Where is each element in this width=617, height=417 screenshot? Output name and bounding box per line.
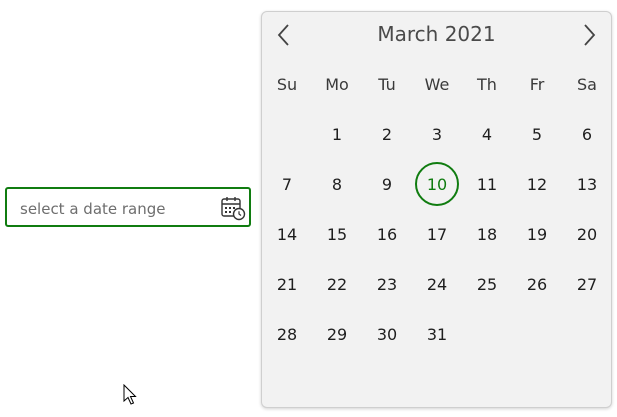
- calendar-popup: March 2021 Su Mo Tu We Th Fr Sa 12345678…: [261, 11, 612, 408]
- day-cell[interactable]: 7: [262, 159, 312, 209]
- day-cell[interactable]: 13: [562, 159, 612, 209]
- day-cell[interactable]: 20: [562, 209, 612, 259]
- day-cell[interactable]: 12: [512, 159, 562, 209]
- day-cell[interactable]: 28: [262, 309, 312, 359]
- day-cell[interactable]: 4: [462, 109, 512, 159]
- day-cell-empty: [462, 309, 512, 359]
- chevron-right-icon[interactable]: [574, 21, 602, 49]
- day-cell[interactable]: 17: [412, 209, 462, 259]
- day-cell[interactable]: 29: [312, 309, 362, 359]
- weekday-label: Mo: [325, 75, 349, 94]
- weekday-header: Su Mo Tu We Th Fr Sa: [262, 74, 612, 96]
- day-cell-empty: [262, 109, 312, 159]
- mouse-cursor-icon: [123, 384, 137, 405]
- calendar-clock-icon[interactable]: [220, 195, 246, 221]
- day-cell[interactable]: 1: [312, 109, 362, 159]
- weekday-label: Su: [276, 75, 298, 94]
- month-title[interactable]: March 2021: [262, 22, 611, 46]
- day-cell[interactable]: 16: [362, 209, 412, 259]
- date-range-input[interactable]: select a date range: [5, 187, 251, 227]
- day-cell[interactable]: 19: [512, 209, 562, 259]
- day-cell[interactable]: 2: [362, 109, 412, 159]
- day-cell[interactable]: 30: [362, 309, 412, 359]
- day-cell[interactable]: 11: [462, 159, 512, 209]
- weekday-label: We: [424, 75, 450, 94]
- day-cell-today[interactable]: 10: [412, 159, 462, 209]
- day-cell[interactable]: 21: [262, 259, 312, 309]
- day-cell[interactable]: 18: [462, 209, 512, 259]
- day-cell[interactable]: 15: [312, 209, 362, 259]
- weekday-label: Sa: [577, 75, 597, 94]
- day-cell[interactable]: 22: [312, 259, 362, 309]
- day-cell[interactable]: 14: [262, 209, 312, 259]
- day-cell[interactable]: 6: [562, 109, 612, 159]
- day-cell[interactable]: 3: [412, 109, 462, 159]
- day-grid: 1 2 3 4 5 6 7 8 9 10 11 12 13 14 15 16 17 18 19 20 21 22 23 24 2…: [262, 109, 612, 359]
- day-cell[interactable]: 24: [412, 259, 462, 309]
- day-cell[interactable]: 27: [562, 259, 612, 309]
- weekday-label: Fr: [529, 75, 545, 94]
- day-cell-empty: [562, 309, 612, 359]
- day-cell[interactable]: 25: [462, 259, 512, 309]
- day-cell[interactable]: 8: [312, 159, 362, 209]
- day-cell[interactable]: 5: [512, 109, 562, 159]
- day-cell[interactable]: 31: [412, 309, 462, 359]
- day-cell[interactable]: 26: [512, 259, 562, 309]
- day-cell[interactable]: 9: [362, 159, 412, 209]
- day-cell-empty: [512, 309, 562, 359]
- weekday-label: Th: [477, 75, 497, 94]
- day-cell[interactable]: 23: [362, 259, 412, 309]
- date-range-placeholder: select a date range: [20, 200, 166, 218]
- weekday-label: Tu: [378, 75, 396, 94]
